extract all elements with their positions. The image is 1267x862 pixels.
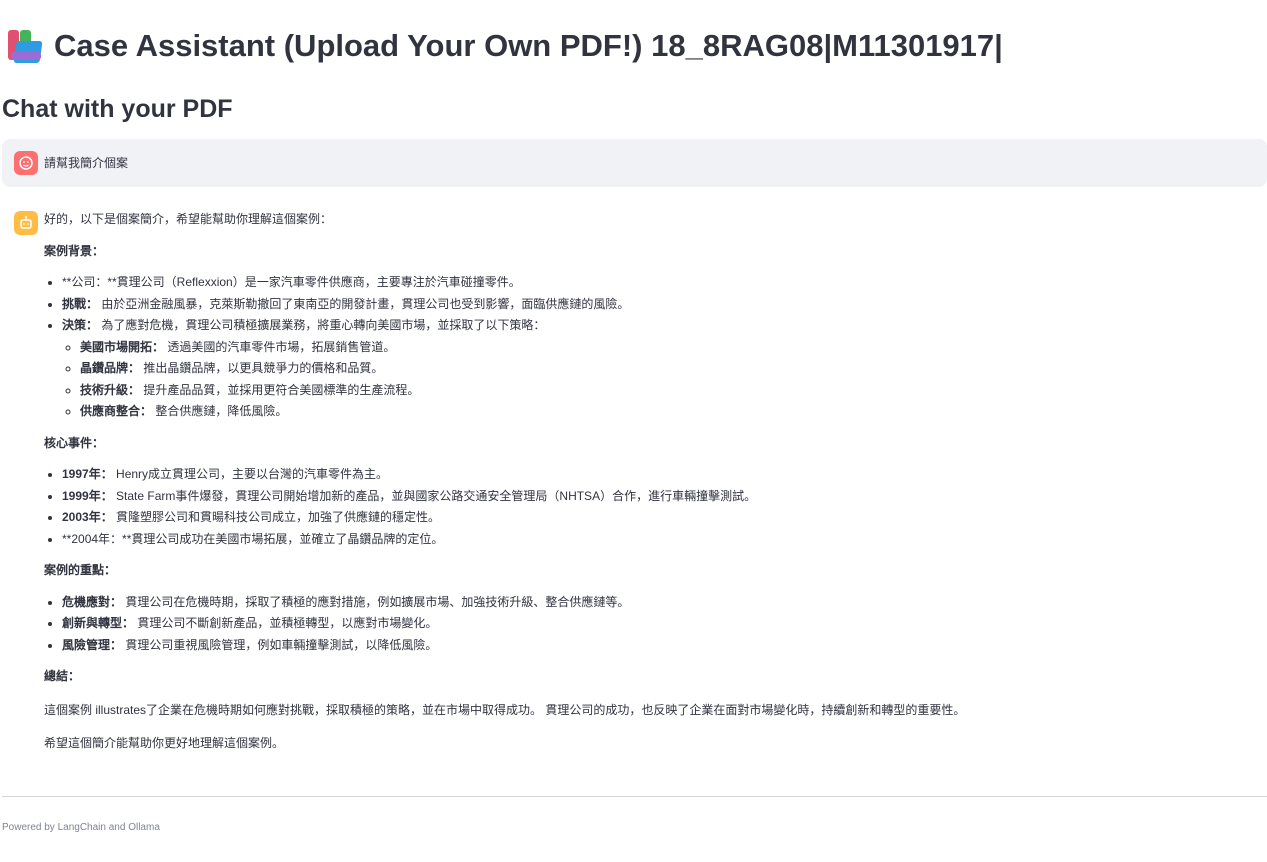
events-list: 1997年： Henry成立貫理公司，主要以台灣的汽車零件為主。 1999年： … [44,464,1254,550]
list-item: 美國市場開拓： 透過美國的汽車零件市場，拓展銷售管道。 [80,337,1254,359]
list-item: 2003年： 貫隆塑膠公司和貫暘科技公司成立，加強了供應鏈的穩定性。 [62,507,1254,529]
list-item: **2004年：**貫理公司成功在美國市場拓展，並確立了晶鑽品牌的定位。 [62,529,1254,551]
footer-text: Powered by LangChain and Ollama [2,822,160,833]
page-subtitle: Chat with your PDF [2,95,233,123]
background-list: **公司：**貫理公司（Reflexxion）是一家汽車零件供應商，主要專注於汽… [44,272,1254,423]
list-item: 1997年： Henry成立貫理公司，主要以台灣的汽車零件為主。 [62,464,1254,486]
page-title: Case Assistant (Upload Your Own PDF!) 18… [6,28,1003,64]
section-heading-focus: 案例的重點： [44,563,117,577]
section-heading-background: 案例背景： [44,243,105,258]
user-face-icon [14,151,38,175]
assistant-chat-message: 好的，以下是個案簡介，希望能幫助你理解這個案例： 案例背景： **公司：**貫理… [2,205,1267,765]
list-item: 危機應對： 貫理公司在危機時期，採取了積極的應對措施，例如擴展市場、加強技術升級… [62,592,1254,614]
list-item: 1999年： State Farm事件爆發，貫理公司開始增加新的產品，並與國家公… [62,486,1254,508]
strategy-sublist: 美國市場開拓： 透過美國的汽車零件市場，拓展銷售管道。 晶鑽品牌： 推出晶鑽品牌… [62,337,1254,423]
assistant-intro: 好的，以下是個案簡介，希望能幫助你理解這個案例： [44,212,333,226]
list-item: 挑戰： 由於亞洲金融風暴，克萊斯勒撤回了東南亞的開發計畫，貫理公司也受到影響，面… [62,294,1254,316]
closing-text: 希望這個簡介能幫助你更好地理解這個案例。 [44,736,285,750]
user-chat-message: 請幫我簡介個案 [2,139,1267,187]
section-heading-summary: 總結： [44,669,81,683]
list-item: 技術升級： 提升產品品質，並採用更符合美國標準的生產流程。 [80,380,1254,402]
user-message-text: 請幫我簡介個案 [44,156,129,170]
footer-divider [2,796,1267,797]
list-item: **公司：**貫理公司（Reflexxion）是一家汽車零件供應商，主要專注於汽… [62,272,1254,294]
assistant-message-content: 好的，以下是個案簡介，希望能幫助你理解這個案例： 案例背景： **公司：**貫理… [44,209,1254,755]
list-item: 決策： 為了應對危機，貫理公司積極擴展業務，將重心轉向美國市場，並採取了以下策略… [62,315,1254,423]
summary-text: 這個案例 illustrates了企業在危機時期如何應對挑戰，採取積極的策略，並… [44,702,966,717]
list-item: 供應商整合： 整合供應鏈，降低風險。 [80,401,1254,423]
focus-list: 危機應對： 貫理公司在危機時期，採取了積極的應對措施，例如擴展市場、加強技術升級… [44,592,1254,657]
list-item: 風險管理： 貫理公司重視風險管理，例如車輛撞擊測試，以降低風險。 [62,635,1254,657]
section-heading-events: 核心事件： [44,435,105,450]
bot-icon [14,211,38,235]
app-page: Case Assistant (Upload Your Own PDF!) 18… [0,0,1267,862]
page-title-text: Case Assistant (Upload Your Own PDF!) 18… [54,28,1003,63]
list-item: 創新與轉型： 貫理公司不斷創新產品，並積極轉型，以應對市場變化。 [62,613,1254,635]
list-item: 晶鑽品牌： 推出晶鑽品牌，以更具競爭力的價格和品質。 [80,358,1254,380]
books-icon [6,28,44,64]
